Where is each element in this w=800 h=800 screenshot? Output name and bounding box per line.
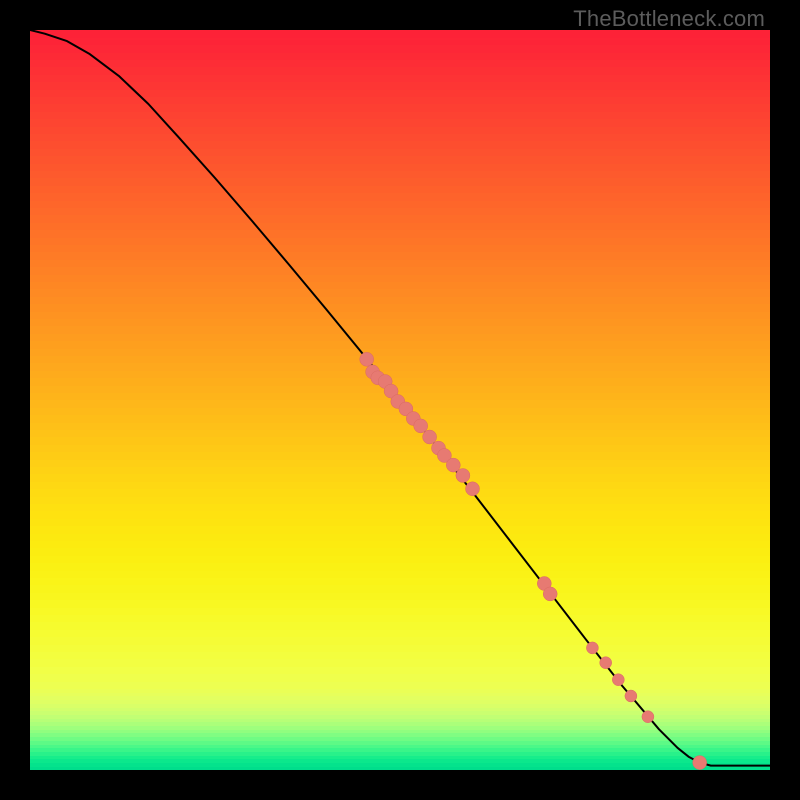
data-point [612,674,624,686]
data-point [466,482,480,496]
chart-frame: TheBottleneck.com [0,0,800,800]
chart-svg [30,30,770,770]
data-point [360,352,374,366]
data-point [414,419,428,433]
data-point [625,690,637,702]
plot-area [30,30,770,770]
data-point [642,711,654,723]
data-point [600,657,612,669]
data-point [693,756,707,770]
data-point [456,469,470,483]
data-point [586,642,598,654]
data-point [423,430,437,444]
data-point [543,587,557,601]
watermark-text: TheBottleneck.com [573,6,765,32]
